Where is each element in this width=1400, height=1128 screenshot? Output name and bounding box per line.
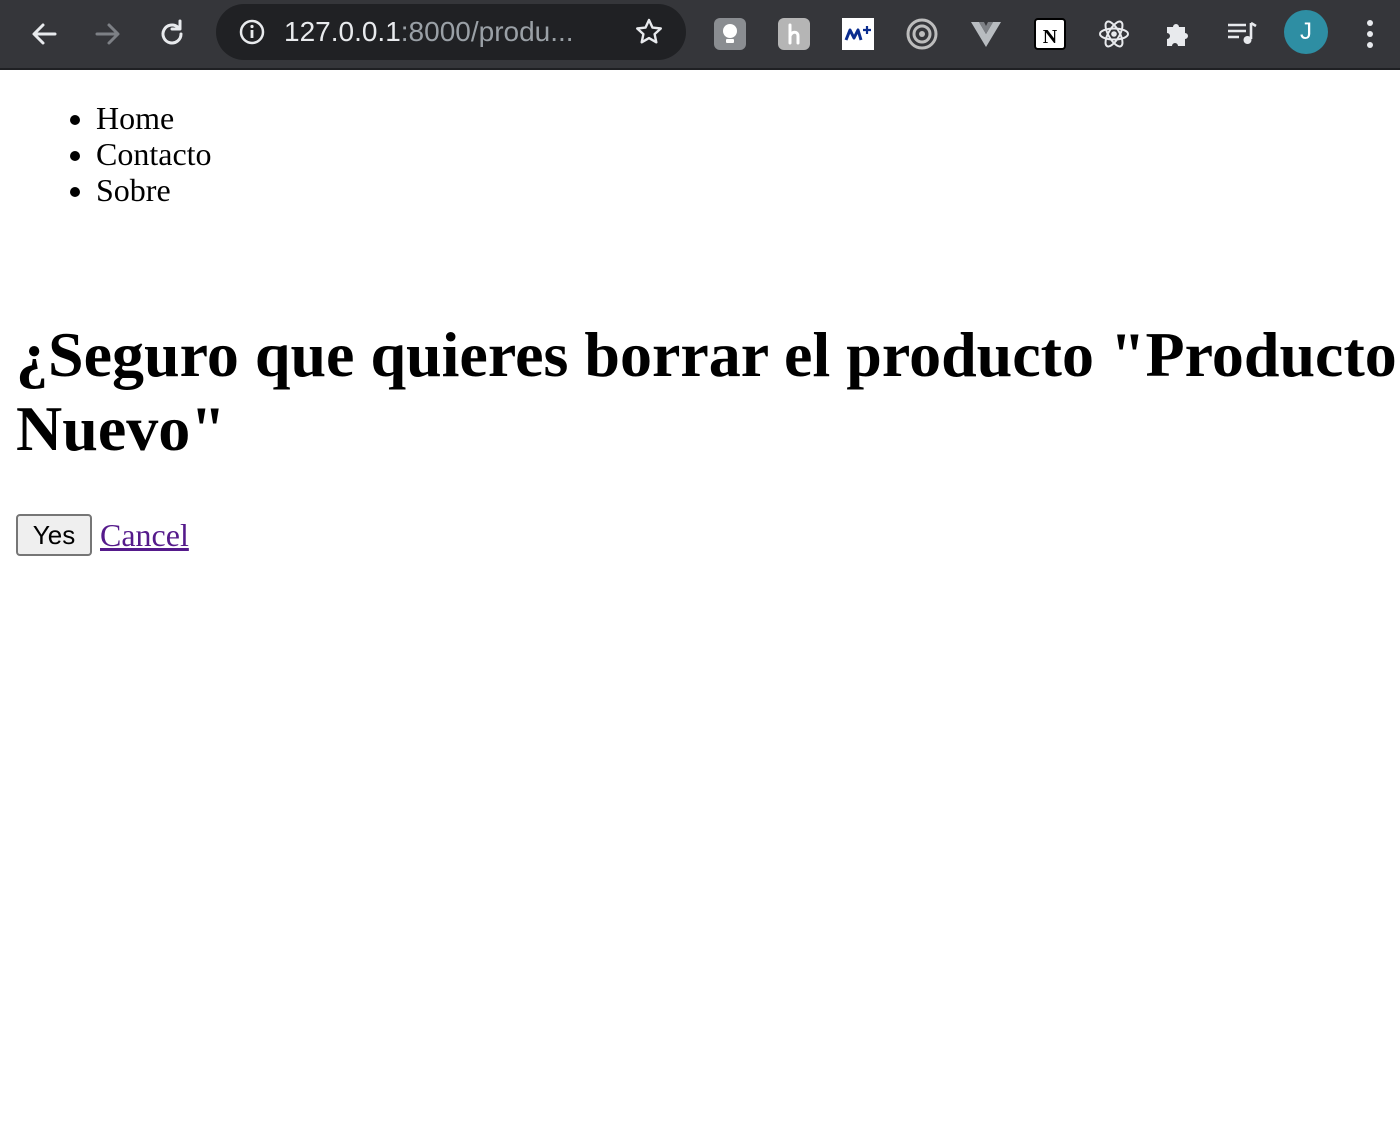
arrow-left-icon — [32, 23, 57, 45]
url-path: :8000/produ... — [400, 16, 574, 47]
reload-button[interactable] — [152, 14, 192, 54]
puzzle-extensions-icon[interactable] — [1160, 16, 1196, 52]
vue-devtools-icon[interactable] — [968, 16, 1004, 52]
url-text[interactable]: 127.0.0.1:8000/produ... — [284, 4, 604, 60]
nav-item-label[interactable]: Home — [96, 100, 174, 136]
media-queue-icon[interactable] — [1224, 16, 1260, 52]
url-host: 127.0.0.1 — [284, 16, 401, 47]
address-bar[interactable]: 127.0.0.1:8000/produ... — [216, 4, 686, 60]
kebab-menu-icon — [1367, 20, 1373, 48]
reload-icon — [161, 19, 183, 45]
bookmark-star-icon[interactable] — [634, 17, 664, 47]
notion-icon[interactable]: N — [1032, 16, 1068, 52]
browser-toolbar: 127.0.0.1:8000/produ... N J — [0, 0, 1400, 70]
movistar-plus-extension-icon[interactable] — [840, 16, 876, 52]
arrow-right-icon — [95, 23, 120, 45]
cancel-link[interactable]: Cancel — [100, 517, 189, 554]
lightbulb-extension-icon[interactable] — [712, 16, 748, 52]
nav-item-label[interactable]: Sobre — [96, 172, 171, 208]
confirm-actions: Yes Cancel — [16, 514, 189, 556]
nav-item-contacto: Contacto — [96, 136, 212, 172]
forward-button[interactable] — [88, 14, 128, 54]
nav-item-sobre: Sobre — [96, 172, 212, 208]
page-title: ¿Seguro que quieres borrar el producto "… — [16, 319, 1397, 464]
nav-item-label[interactable]: Contacto — [96, 136, 212, 172]
info-icon[interactable] — [238, 18, 266, 46]
back-button[interactable] — [24, 14, 64, 54]
browser-menu-button[interactable] — [1350, 14, 1390, 54]
nav-item-home: Home — [96, 100, 212, 136]
react-devtools-icon[interactable] — [1096, 16, 1132, 52]
yes-button[interactable]: Yes — [16, 514, 92, 556]
target-extension-icon[interactable] — [904, 16, 940, 52]
svg-text:N: N — [1043, 26, 1058, 48]
profile-avatar[interactable]: J — [1284, 10, 1328, 54]
nav-menu: Home Contacto Sobre — [96, 100, 212, 208]
h-extension-icon[interactable] — [776, 16, 812, 52]
